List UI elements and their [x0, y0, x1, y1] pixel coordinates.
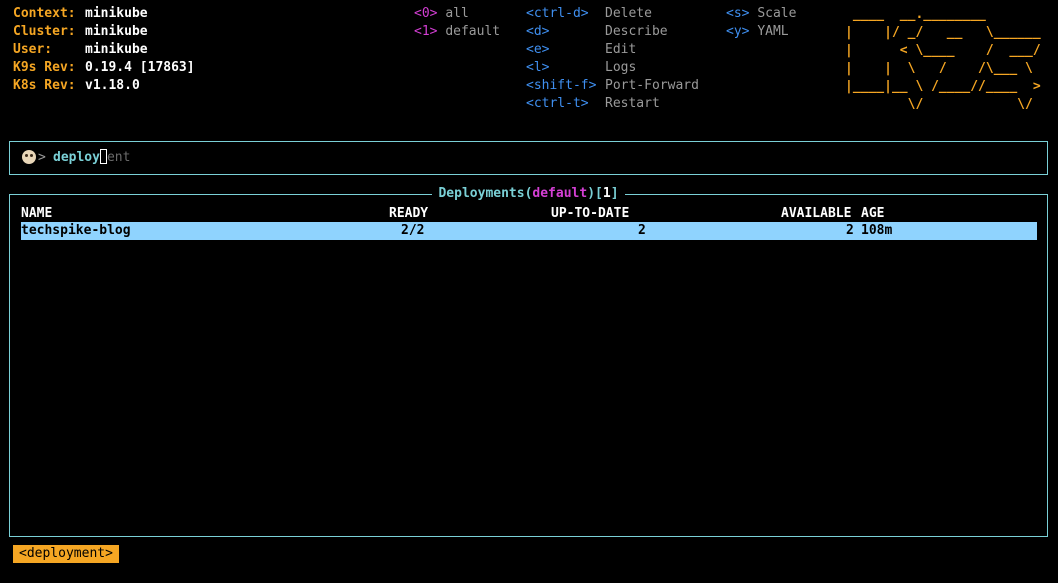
text-cursor [99, 149, 107, 164]
title-count: 1 [602, 186, 611, 201]
column-header-up-to-date[interactable]: UP-TO-DATE [551, 205, 629, 223]
prompt-typed-text: deploy [53, 150, 100, 165]
info-k8s-rev: K8s Rev: v1.18.0 [13, 78, 140, 93]
prompt-input[interactable]: deploy ent [53, 149, 130, 167]
hint-edit-label: Edit [605, 42, 637, 57]
info-cluster: Cluster: minikube [13, 24, 148, 39]
info-k9s-rev: K9s Rev: 0.19.4 [17863] [13, 60, 195, 75]
title-namespace: default [532, 186, 588, 201]
cell-name: techspike-blog [21, 223, 131, 238]
breadcrumb[interactable]: <deployment> [13, 545, 119, 563]
hint-port-forward[interactable]: <shift-f> [526, 77, 596, 95]
cell-age: 108m [861, 223, 893, 238]
hint-yaml[interactable]: <y> YAML [726, 23, 789, 41]
cell-up-to-date: 2 [638, 223, 646, 238]
prompt-caret: > [38, 150, 46, 165]
table-title: Deployments(default)[1] [10, 185, 1047, 203]
column-header-name[interactable]: NAME [21, 205, 52, 223]
hint-logs[interactable]: <l> [526, 59, 549, 77]
hint-delete[interactable]: <ctrl-d> [526, 5, 589, 23]
hint-scale[interactable]: <s> Scale [726, 5, 796, 23]
column-header-ready[interactable]: READY [389, 205, 428, 223]
k9s-logo: ____ __.________ | |/ _/ __ \______ | < … [845, 7, 1041, 112]
command-prompt[interactable]: > deploy ent [9, 141, 1048, 175]
hint-port-forward-label: Port-Forward [605, 78, 699, 93]
column-header-available[interactable]: AVAILABLE [781, 205, 851, 223]
cell-available: 2 [846, 223, 854, 238]
hint-restart-label: Restart [605, 96, 660, 111]
prompt-suggestion: ent [106, 150, 131, 165]
hint-edit[interactable]: <e> [526, 41, 549, 59]
column-header-age[interactable]: AGE [861, 205, 884, 223]
hint-delete-label: Delete [605, 6, 652, 21]
namespace-shortcut-default[interactable]: <1> default [414, 23, 500, 41]
hint-describe[interactable]: <d> [526, 23, 549, 41]
info-user: User: minikube [13, 42, 148, 57]
cell-ready: 2/2 [401, 223, 425, 238]
deployments-table: Deployments(default)[1] NAME READY UP-TO… [9, 186, 1048, 537]
dog-icon [22, 150, 36, 164]
info-context: Context: minikube [13, 6, 148, 21]
hint-logs-label: Logs [605, 60, 637, 75]
table-row[interactable]: techspike-blog 2/2 2 2 108m [21, 222, 1037, 240]
namespace-shortcut-all[interactable]: <0> all [414, 5, 469, 23]
hint-describe-label: Describe [605, 24, 668, 39]
hint-restart[interactable]: <ctrl-t> [526, 95, 589, 113]
